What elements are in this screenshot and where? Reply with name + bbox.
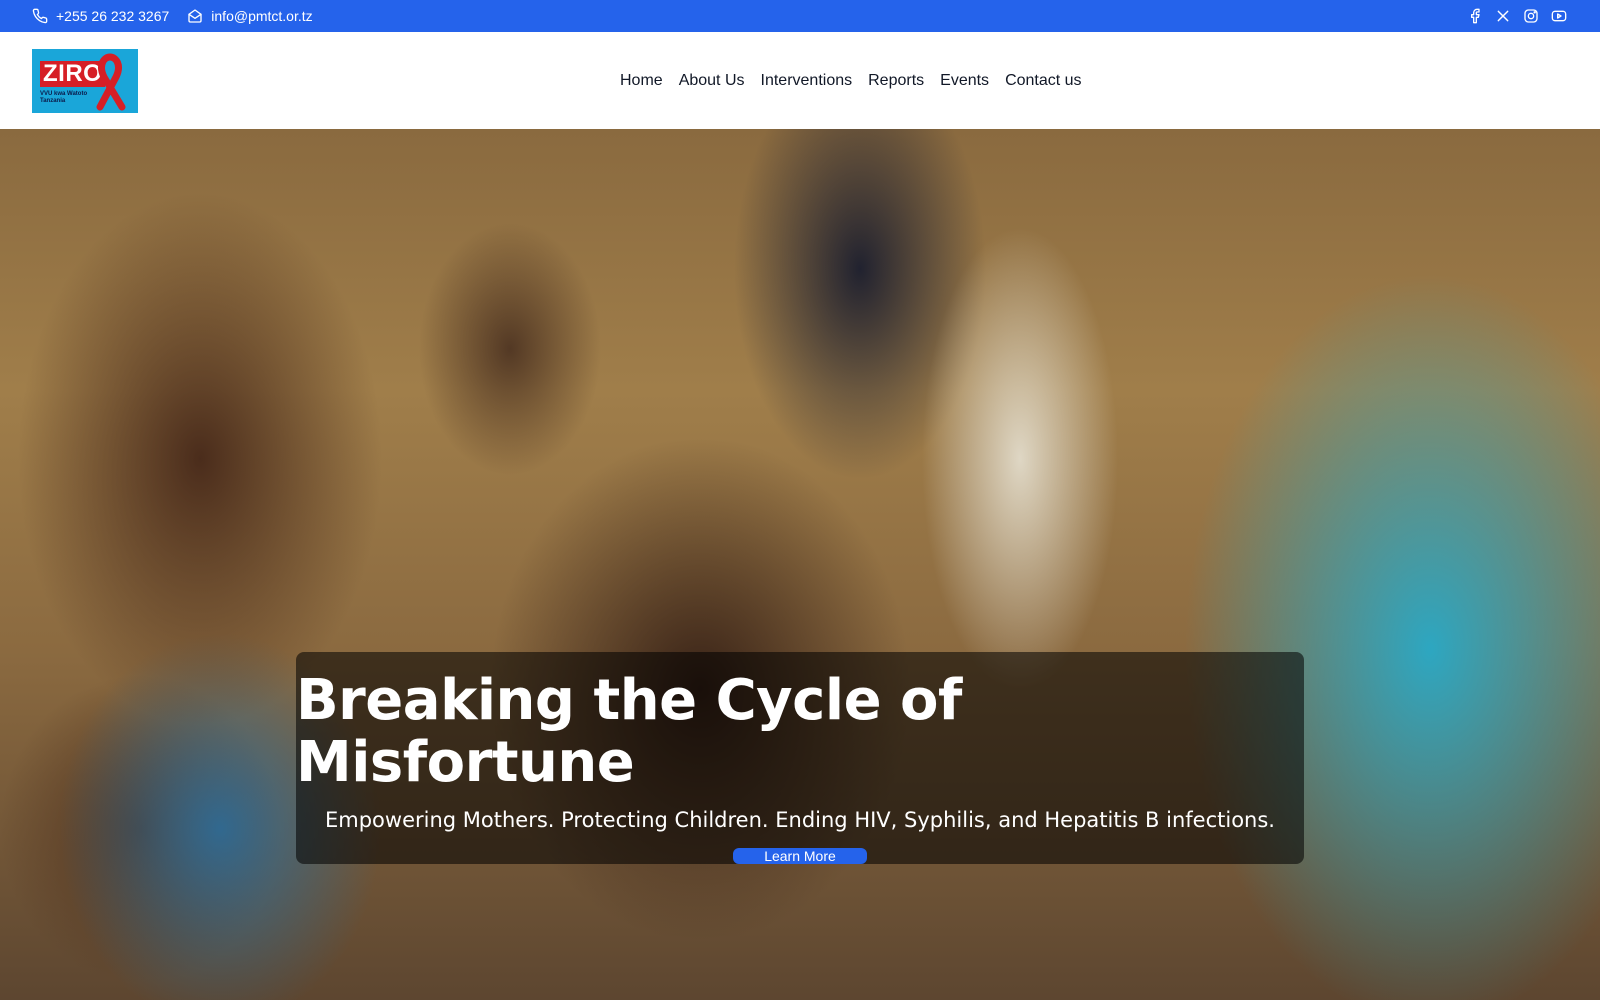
youtube-icon[interactable]: [1550, 7, 1568, 25]
learn-more-button[interactable]: Learn More: [733, 848, 867, 864]
mail-open-icon: [188, 9, 202, 23]
nav-reports[interactable]: Reports: [868, 72, 924, 90]
nav-interventions[interactable]: Interventions: [761, 72, 853, 90]
nav-contact-us[interactable]: Contact us: [1005, 72, 1081, 90]
social-links: [1466, 7, 1568, 25]
x-icon[interactable]: [1494, 7, 1512, 25]
hero-section: Breaking the Cycle of Misfortune Empower…: [0, 129, 1600, 1000]
contact-info: +255 26 232 3267 info@pmtct.or.tz: [32, 8, 313, 24]
primary-nav: Home About Us Interventions Reports Even…: [620, 32, 1082, 129]
top-contact-bar: +255 26 232 3267 info@pmtct.or.tz: [0, 0, 1600, 32]
nav-events[interactable]: Events: [940, 72, 989, 90]
logo-tagline: VVU kwa Watoto Tanzania: [40, 90, 88, 104]
facebook-icon[interactable]: [1466, 7, 1484, 25]
email-address: info@pmtct.or.tz: [211, 8, 313, 24]
hero-subtitle: Empowering Mothers. Protecting Children.…: [325, 808, 1275, 832]
phone-icon: [32, 8, 48, 24]
nav-home[interactable]: Home: [620, 72, 663, 90]
phone-number: +255 26 232 3267: [56, 8, 170, 24]
site-logo[interactable]: ZIRO VVU kwa Watoto Tanzania: [32, 48, 138, 113]
phone-contact[interactable]: +255 26 232 3267: [32, 8, 169, 24]
email-contact[interactable]: info@pmtct.or.tz: [187, 8, 313, 24]
main-navbar: ZIRO VVU kwa Watoto Tanzania Home About …: [0, 32, 1600, 129]
hero-caption-panel: Breaking the Cycle of Misfortune Empower…: [296, 652, 1304, 864]
hero-title: Breaking the Cycle of Misfortune: [296, 668, 962, 795]
instagram-icon[interactable]: [1522, 7, 1540, 25]
nav-about-us[interactable]: About Us: [679, 72, 745, 90]
